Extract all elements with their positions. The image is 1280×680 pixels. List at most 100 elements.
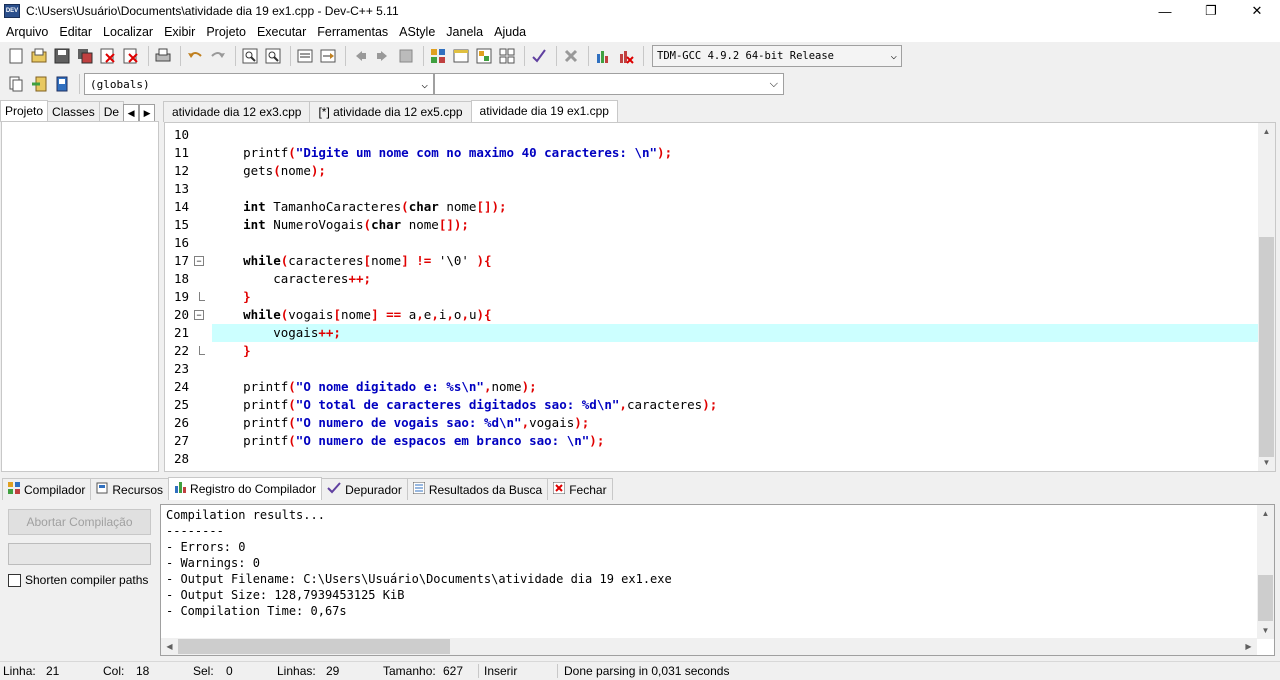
tab-registro-compilador[interactable]: Registro do Compilador [168, 477, 323, 500]
code-line[interactable]: 25 printf("O total de caracteres digitad… [165, 396, 1260, 414]
editor-scroll-thumb[interactable] [1259, 237, 1274, 457]
fold-collapse-icon[interactable]: − [194, 256, 204, 266]
goto-icon[interactable] [29, 74, 49, 94]
code-line[interactable]: 20− while(vogais[nome] == a,e,i,o,u){ [165, 306, 1260, 324]
new-file-icon[interactable] [6, 46, 26, 66]
print-icon[interactable] [153, 46, 173, 66]
code-text: printf("O numero de espacos em branco sa… [213, 433, 605, 448]
compiler-select[interactable]: TDM-GCC 4.9.2 64-bit Release ⌵ [652, 45, 902, 67]
code-line[interactable]: 13 [165, 180, 1260, 198]
tab-fechar[interactable]: Fechar [547, 478, 613, 500]
status-linha-label: Linha: [3, 664, 36, 678]
code-line[interactable]: 23 [165, 360, 1260, 378]
code-editor[interactable]: 10 11 printf("Digite um nome com no maxim… [164, 122, 1276, 472]
shorten-paths-option[interactable]: Shorten compiler paths [8, 573, 148, 587]
code-line[interactable]: 22 } [165, 342, 1260, 360]
close-icon[interactable]: ✕ [1234, 0, 1280, 22]
compile-check-icon[interactable] [529, 46, 549, 66]
chart-icon[interactable] [593, 46, 613, 66]
menu-ajuda[interactable]: Ajuda [490, 25, 530, 39]
code-line[interactable]: 18 caracteres++; [165, 270, 1260, 288]
menu-editar[interactable]: Editar [55, 25, 96, 39]
stop-icon[interactable] [561, 46, 581, 66]
previous-icon[interactable] [350, 46, 370, 66]
scroll-up-icon[interactable]: ▲ [1258, 123, 1275, 140]
code-line[interactable]: 12 gets(nome); [165, 162, 1260, 180]
scroll-down-icon[interactable]: ▼ [1257, 622, 1274, 639]
menu-janela[interactable]: Janela [442, 25, 487, 39]
scope-select[interactable]: (globals) ⌵ [84, 73, 434, 95]
menu-projeto[interactable]: Projeto [202, 25, 250, 39]
menu-ferramentas[interactable]: Ferramentas [313, 25, 392, 39]
tab-resultados-busca[interactable]: Resultados da Busca [406, 478, 549, 500]
close-file-icon[interactable] [98, 46, 118, 66]
undo-icon[interactable] [185, 46, 205, 66]
tab-scroll-left-icon[interactable]: ◀ [123, 104, 140, 122]
code-line[interactable]: 28 [165, 450, 1260, 468]
code-text: caracteres++; [213, 271, 372, 286]
menu-exibir[interactable]: Exibir [160, 25, 199, 39]
window-icon[interactable] [451, 46, 471, 66]
tab-projeto[interactable]: Projeto [0, 100, 49, 122]
file-tab[interactable]: [*] atividade dia 12 ex5.cpp [309, 101, 472, 122]
tab-classes[interactable]: Classes [47, 101, 100, 122]
code-line[interactable]: 21 vogais++; [165, 324, 1260, 342]
insert-icon[interactable] [6, 74, 26, 94]
layout-icon[interactable] [497, 46, 517, 66]
code-text: int TamanhoCaracteres(char nome[]); [243, 199, 507, 214]
unindent-icon[interactable] [318, 46, 338, 66]
code-line[interactable]: 15 int NumeroVogais(char nome[]); [165, 216, 1260, 234]
code-line[interactable]: 10 [165, 126, 1260, 144]
code-line[interactable]: 27 printf("O numero de espacos em branco… [165, 432, 1260, 450]
code-line[interactable]: 17− while(caracteres[nome] != '\0' ){ [165, 252, 1260, 270]
scroll-left-icon[interactable]: ◀ [161, 638, 178, 655]
profile-icon[interactable] [616, 46, 636, 66]
scroll-right-icon[interactable]: ▶ [1240, 638, 1257, 655]
log-horizontal-scrollbar[interactable]: ◀ ▶ [161, 638, 1257, 655]
file-tab[interactable]: atividade dia 12 ex3.cpp [163, 101, 311, 122]
close-all-icon[interactable] [121, 46, 141, 66]
next-icon[interactable] [373, 46, 393, 66]
save-all-icon[interactable] [75, 46, 95, 66]
shorten-paths-checkbox[interactable] [8, 573, 21, 587]
tab-compilador[interactable]: Compilador [2, 478, 92, 500]
compiler-log[interactable]: Compilation results... -------- - Errors… [160, 504, 1275, 656]
tab-depurador[interactable]: Depurador [321, 478, 408, 500]
member-select[interactable]: ⌵ [434, 73, 784, 95]
code-line[interactable]: 26 printf("O numero de vogais sao: %d\n"… [165, 414, 1260, 432]
code-line[interactable]: 24 printf("O nome digitado e: %s\n",nome… [165, 378, 1260, 396]
tab-scroll-right-icon[interactable]: ▶ [139, 104, 156, 122]
fold-collapse-icon[interactable]: − [194, 310, 204, 320]
code-line[interactable]: 11 printf("Digite um nome com no maximo … [165, 144, 1260, 162]
log-vertical-scrollbar[interactable]: ▲ ▼ [1257, 505, 1274, 639]
minimize-icon[interactable]: — [1142, 0, 1188, 22]
scroll-down-icon[interactable]: ▼ [1258, 454, 1275, 471]
log-vertical-scroll-thumb[interactable] [1258, 575, 1273, 621]
project-grid-icon[interactable] [428, 46, 448, 66]
tab-debug[interactable]: De [98, 101, 125, 122]
project-panel[interactable] [1, 121, 159, 472]
bookmark-icon[interactable] [396, 46, 416, 66]
save-icon[interactable] [52, 46, 72, 66]
find-icon[interactable] [240, 46, 260, 66]
maximize-icon[interactable]: ❐ [1188, 0, 1234, 22]
tile-icon[interactable] [474, 46, 494, 66]
menu-astyle[interactable]: AStyle [395, 25, 439, 39]
open-file-icon[interactable] [29, 46, 49, 66]
abort-compilation-button[interactable]: Abortar Compilação [8, 509, 151, 535]
menu-executar[interactable]: Executar [253, 25, 310, 39]
code-line[interactable]: 14 int TamanhoCaracteres(char nome[]); [165, 198, 1260, 216]
editor-scrollbar[interactable]: ▲ ▼ [1258, 123, 1275, 471]
menu-localizar[interactable]: Localizar [99, 25, 157, 39]
menu-arquivo[interactable]: Arquivo [2, 25, 52, 39]
tab-recursos[interactable]: Recursos [90, 478, 170, 500]
redo-icon[interactable] [208, 46, 228, 66]
replace-icon[interactable] [263, 46, 283, 66]
toggle-icon[interactable] [52, 74, 72, 94]
log-horizontal-scroll-thumb[interactable] [178, 639, 450, 654]
code-line[interactable]: 16 [165, 234, 1260, 252]
code-line[interactable]: 19 } [165, 288, 1260, 306]
scroll-up-icon[interactable]: ▲ [1257, 505, 1274, 522]
file-tab-active[interactable]: atividade dia 19 ex1.cpp [470, 100, 618, 122]
indent-icon[interactable] [295, 46, 315, 66]
